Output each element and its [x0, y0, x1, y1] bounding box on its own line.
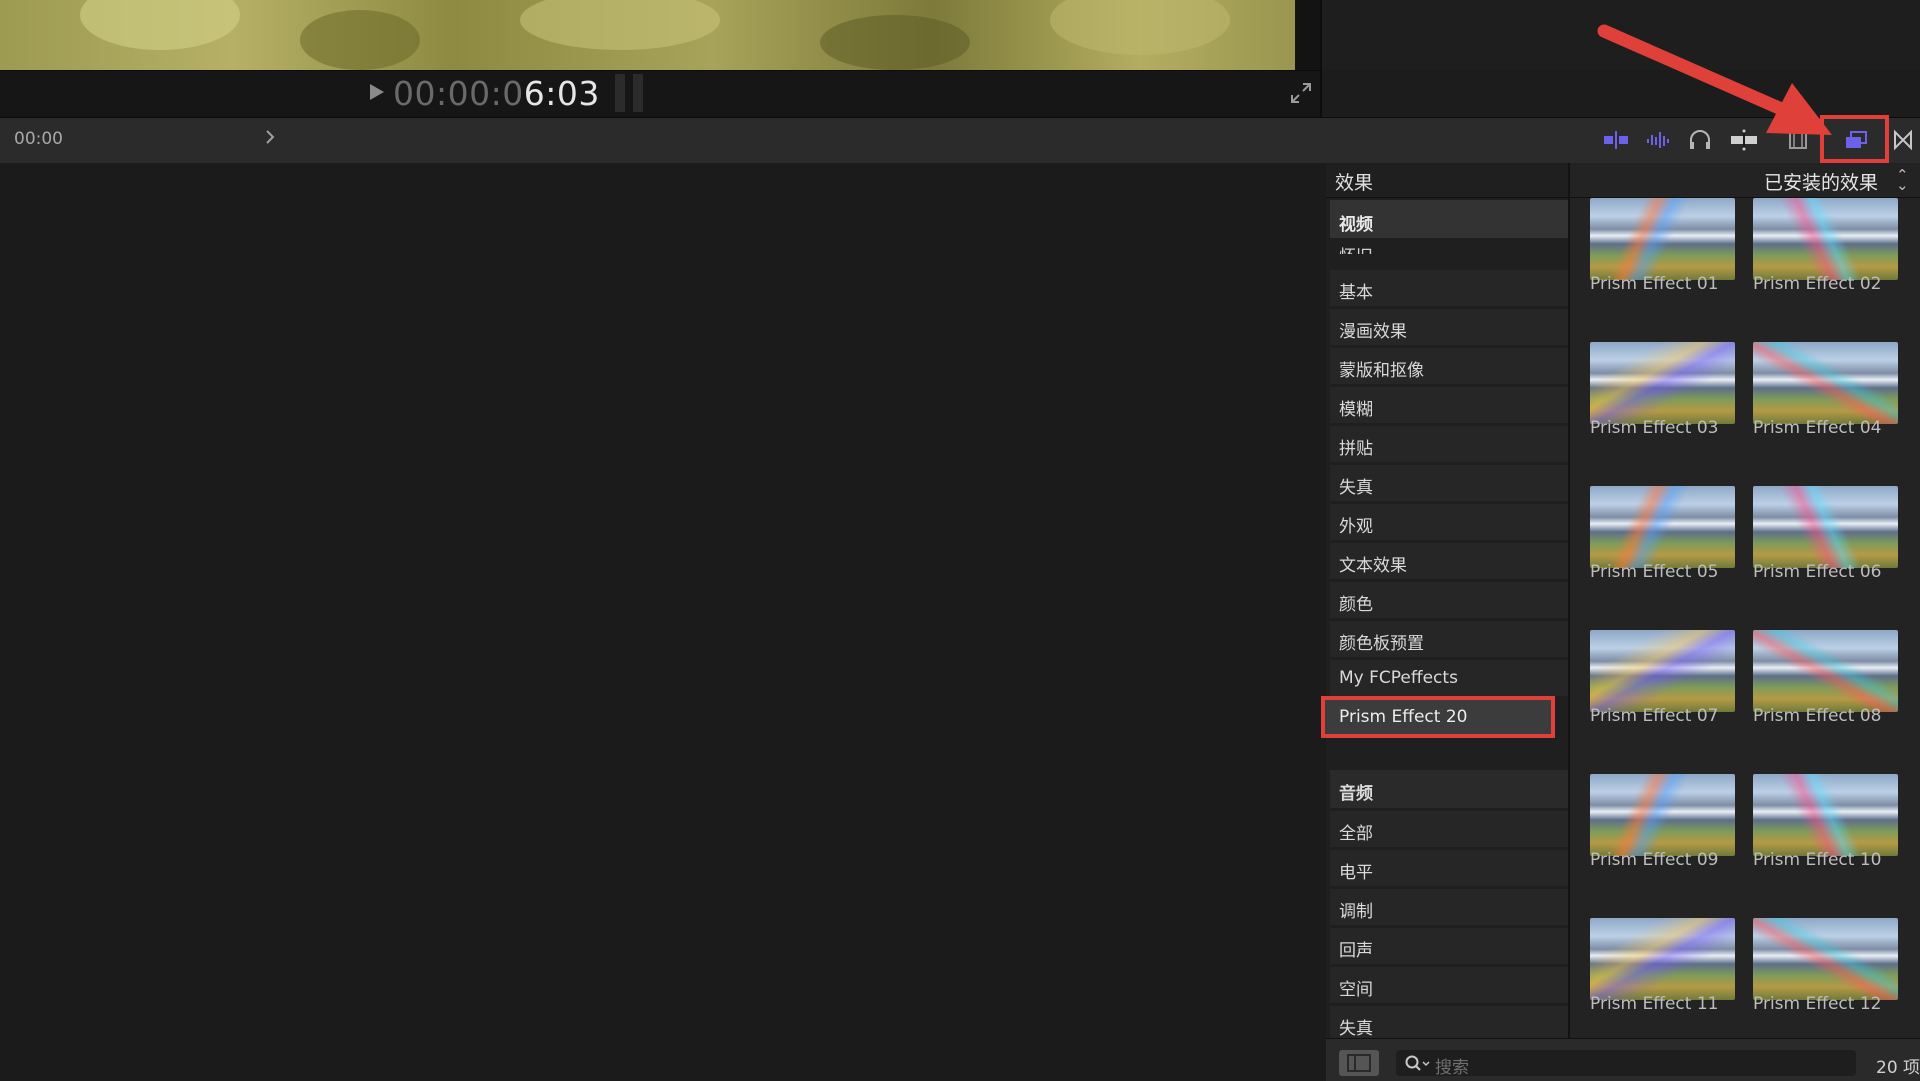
category-divider [1568, 163, 1570, 1038]
play-icon[interactable] [370, 84, 384, 100]
category-item-label: My FCPeffects [1339, 668, 1458, 688]
effect-thumbnail[interactable] [1753, 774, 1898, 856]
category-item-label: 蒙版和抠像 [1339, 361, 1424, 381]
prism-overlay [1590, 198, 1735, 280]
audio-meter-right [633, 74, 643, 112]
installed-effects-select[interactable]: 已安装的效果 [1764, 168, 1878, 195]
timecode-display[interactable]: 00:00:06:03 [393, 74, 600, 113]
effect-thumbnail-label: Prism Effect 01 [1590, 274, 1719, 294]
category-selected-label: Prism Effect 20 [1339, 707, 1468, 727]
category-item-cut[interactable]: 怀旧 [1339, 242, 1373, 254]
timecode-dim: 00:00:0 [393, 74, 524, 113]
effect-thumbnail-label: Prism Effect 02 [1753, 274, 1882, 294]
category-item-label: 模糊 [1339, 400, 1373, 420]
effect-thumbnail-label: Prism Effect 03 [1590, 418, 1719, 438]
category-item-label: 基本 [1339, 283, 1373, 303]
effect-thumbnail[interactable] [1753, 342, 1898, 424]
timeline-area[interactable] [0, 163, 1326, 1080]
category-item-label: 拼贴 [1339, 439, 1373, 459]
category-item-label: 外观 [1339, 517, 1373, 537]
search-icon[interactable] [1404, 1054, 1432, 1074]
prism-overlay [1753, 630, 1898, 712]
effect-thumbnail-label: Prism Effect 04 [1753, 418, 1882, 438]
category-item-label: 文本效果 [1339, 556, 1407, 576]
effect-thumbnail-label: Prism Effect 09 [1590, 850, 1719, 870]
category-item-label: 漫画效果 [1339, 322, 1407, 342]
effect-thumbnail-label: Prism Effect 06 [1753, 562, 1882, 582]
viewer-transport-bar [0, 70, 1320, 118]
category-item-label: 颜色 [1339, 595, 1373, 615]
category-audio-label: 音频 [1339, 784, 1373, 804]
audio-category-label: 调制 [1339, 902, 1373, 922]
timeline-time-label: 00:00 [14, 129, 63, 149]
effect-thumbnail-label: Prism Effect 12 [1753, 994, 1882, 1014]
effects-title: 效果 [1335, 172, 1374, 194]
viewer-frame [0, 0, 1295, 70]
timecode-lit: 6:03 [523, 74, 600, 113]
audio-category-label: 全部 [1339, 824, 1373, 844]
fullscreen-icon[interactable] [1288, 80, 1314, 106]
effect-thumbnail-label: Prism Effect 05 [1590, 562, 1719, 582]
audio-category-label: 电平 [1339, 863, 1373, 883]
audio-category-label: 失真 [1339, 1019, 1373, 1039]
effect-thumbnail[interactable] [1590, 342, 1735, 424]
item-count: 20 项 [1876, 1058, 1920, 1078]
prism-overlay [1753, 774, 1898, 856]
category-item-label: 失真 [1339, 478, 1373, 498]
effect-thumbnail[interactable] [1590, 630, 1735, 712]
prism-overlay [1590, 918, 1735, 1000]
audio-category-label: 回声 [1339, 941, 1373, 961]
effect-thumbnail[interactable] [1590, 774, 1735, 856]
prism-overlay [1590, 342, 1735, 424]
updown-chevron-icon[interactable]: ⌃ ⌄ [1896, 168, 1909, 193]
effect-thumbnail-label: Prism Effect 11 [1590, 994, 1719, 1014]
effect-thumbnail[interactable] [1753, 486, 1898, 568]
prism-overlay [1753, 486, 1898, 568]
prism-overlay [1753, 918, 1898, 1000]
pane-divider[interactable] [1320, 0, 1322, 117]
annotation-arrow-icon [1597, 24, 1832, 135]
effect-thumbnail[interactable] [1753, 918, 1898, 1000]
effect-thumbnail[interactable] [1753, 630, 1898, 712]
effect-thumbnail-label: Prism Effect 08 [1753, 706, 1882, 726]
prism-overlay [1590, 774, 1735, 856]
prism-overlay [1753, 342, 1898, 424]
viewer-edge [1295, 0, 1320, 70]
search-placeholder: 搜索 [1435, 1058, 1469, 1078]
effect-thumbnail[interactable] [1753, 198, 1898, 280]
audio-category-label: 空间 [1339, 980, 1373, 1000]
prism-overlay [1590, 630, 1735, 712]
audio-meter-left [615, 74, 625, 112]
sidebar-toggle-icon[interactable] [1339, 1050, 1379, 1076]
prism-overlay [1590, 486, 1735, 568]
effect-thumbnail[interactable] [1590, 198, 1735, 280]
category-video-label: 视频 [1339, 215, 1373, 235]
effect-thumbnail-label: Prism Effect 07 [1590, 706, 1719, 726]
chevron-right-icon[interactable] [263, 127, 277, 147]
prism-overlay [1753, 198, 1898, 280]
transitions-icon[interactable] [1888, 124, 1918, 156]
category-item-label: 颜色板预置 [1339, 634, 1424, 654]
effect-thumbnail[interactable] [1590, 486, 1735, 568]
effect-thumbnail-label: Prism Effect 10 [1753, 850, 1882, 870]
effect-thumbnail[interactable] [1590, 918, 1735, 1000]
